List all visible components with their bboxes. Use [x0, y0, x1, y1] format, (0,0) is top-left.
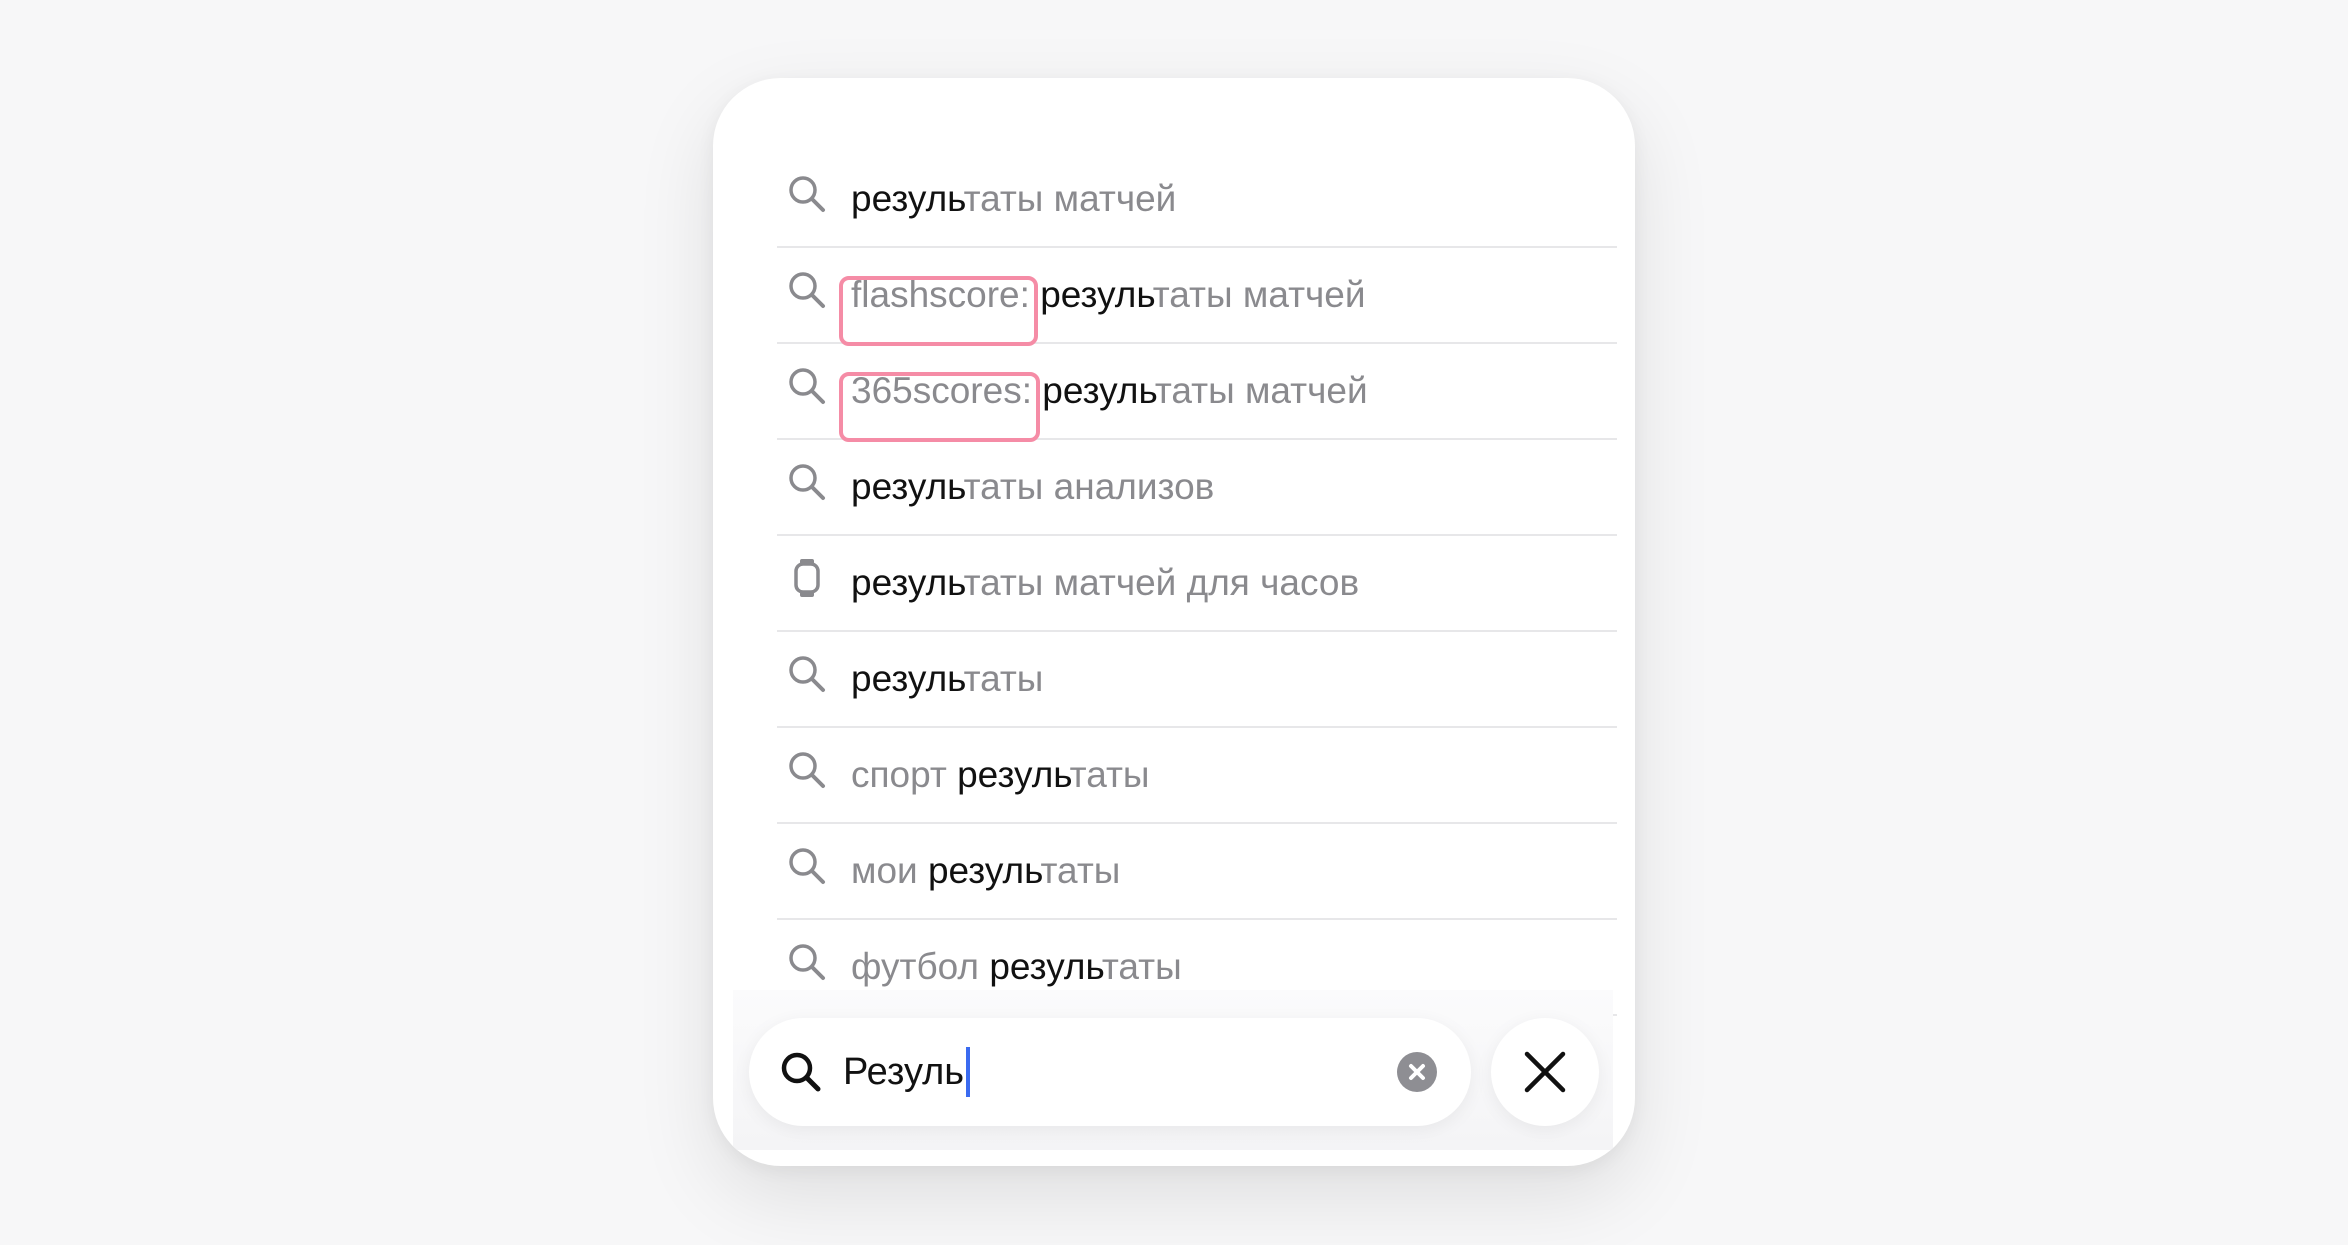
- search-icon: [789, 464, 825, 500]
- suggestion-label: результаты матчей: [851, 152, 1176, 246]
- search-icon: [789, 272, 825, 308]
- query-match: резуль: [1042, 370, 1155, 411]
- clear-search-button[interactable]: [1397, 1052, 1437, 1092]
- suggestion-text: таты анализов: [963, 466, 1215, 507]
- query-match: резуль: [851, 466, 964, 507]
- suggestion-list: результаты матчей flashscore: результаты …: [777, 152, 1617, 1016]
- search-icon: [789, 368, 825, 404]
- clear-circle-icon: [1409, 1064, 1425, 1080]
- suggestion-item[interactable]: мои результаты: [777, 824, 1617, 920]
- suggestion-text: таты: [963, 658, 1044, 699]
- close-search-button[interactable]: [1491, 1018, 1599, 1126]
- suggestion-text: таты матчей для часов: [963, 562, 1360, 603]
- search-query: Резуль: [843, 1051, 965, 1093]
- suggestion-item[interactable]: 365scores: результаты матчей: [777, 344, 1617, 440]
- search-suggestions-panel: результаты матчей flashscore: результаты …: [713, 78, 1635, 1166]
- query-match: резуль: [851, 562, 964, 603]
- suggestion-text: таты матчей: [1152, 274, 1366, 315]
- suggestion-item[interactable]: flashscore: результаты матчей: [777, 248, 1617, 344]
- suggestion-label: flashscore: результаты матчей: [851, 248, 1366, 342]
- search-icon: [789, 752, 825, 788]
- text-caret: [966, 1046, 971, 1097]
- suggestion-label: 365scores: результаты матчей: [851, 344, 1368, 438]
- suggestion-item[interactable]: результаты матчей: [777, 152, 1617, 248]
- query-match: резуль: [989, 946, 1102, 987]
- suggestion-label: спорт результаты: [851, 728, 1150, 822]
- query-match: резуль: [957, 754, 1070, 795]
- suggestion-text: таты: [1069, 754, 1150, 795]
- app-prefix-highlighted: flashscore:: [851, 274, 1030, 315]
- search-icon: [789, 848, 825, 884]
- suggestion-label: результаты матчей для часов: [851, 536, 1359, 630]
- suggestion-item[interactable]: результаты анализов: [777, 440, 1617, 536]
- query-match: резуль: [851, 658, 964, 699]
- search-icon: [789, 656, 825, 692]
- suggestion-label: мои результаты: [851, 824, 1120, 918]
- suggestion-text: таты: [1101, 946, 1182, 987]
- watch-icon: [794, 559, 820, 597]
- search-icon: [781, 1052, 821, 1092]
- search-icon: [789, 176, 825, 212]
- query-match: резуль: [927, 850, 1041, 891]
- suggestion-text: спорт: [851, 754, 958, 795]
- suggestion-text: мои: [851, 850, 928, 891]
- suggestion-item[interactable]: спорт результаты: [777, 728, 1617, 824]
- suggestion-label: результаты: [851, 632, 1043, 726]
- suggestion-label: результаты анализов: [851, 440, 1214, 534]
- suggestion-item[interactable]: результаты матчей для часов: [777, 536, 1617, 632]
- query-match: резуль: [1040, 274, 1153, 315]
- search-field[interactable]: Резуль: [749, 1018, 1471, 1126]
- suggestion-text: футбол: [851, 946, 990, 987]
- search-input[interactable]: Резуль: [843, 1018, 971, 1126]
- query-match: резуль: [851, 178, 964, 219]
- suggestion-text: таты матчей: [963, 178, 1177, 219]
- close-icon: [1524, 1051, 1566, 1093]
- suggestion-item[interactable]: результаты: [777, 632, 1617, 728]
- app-prefix-highlighted: 365scores:: [851, 370, 1032, 411]
- suggestion-text: таты матчей: [1154, 370, 1368, 411]
- suggestion-text: таты: [1040, 850, 1121, 891]
- search-icon: [789, 944, 825, 980]
